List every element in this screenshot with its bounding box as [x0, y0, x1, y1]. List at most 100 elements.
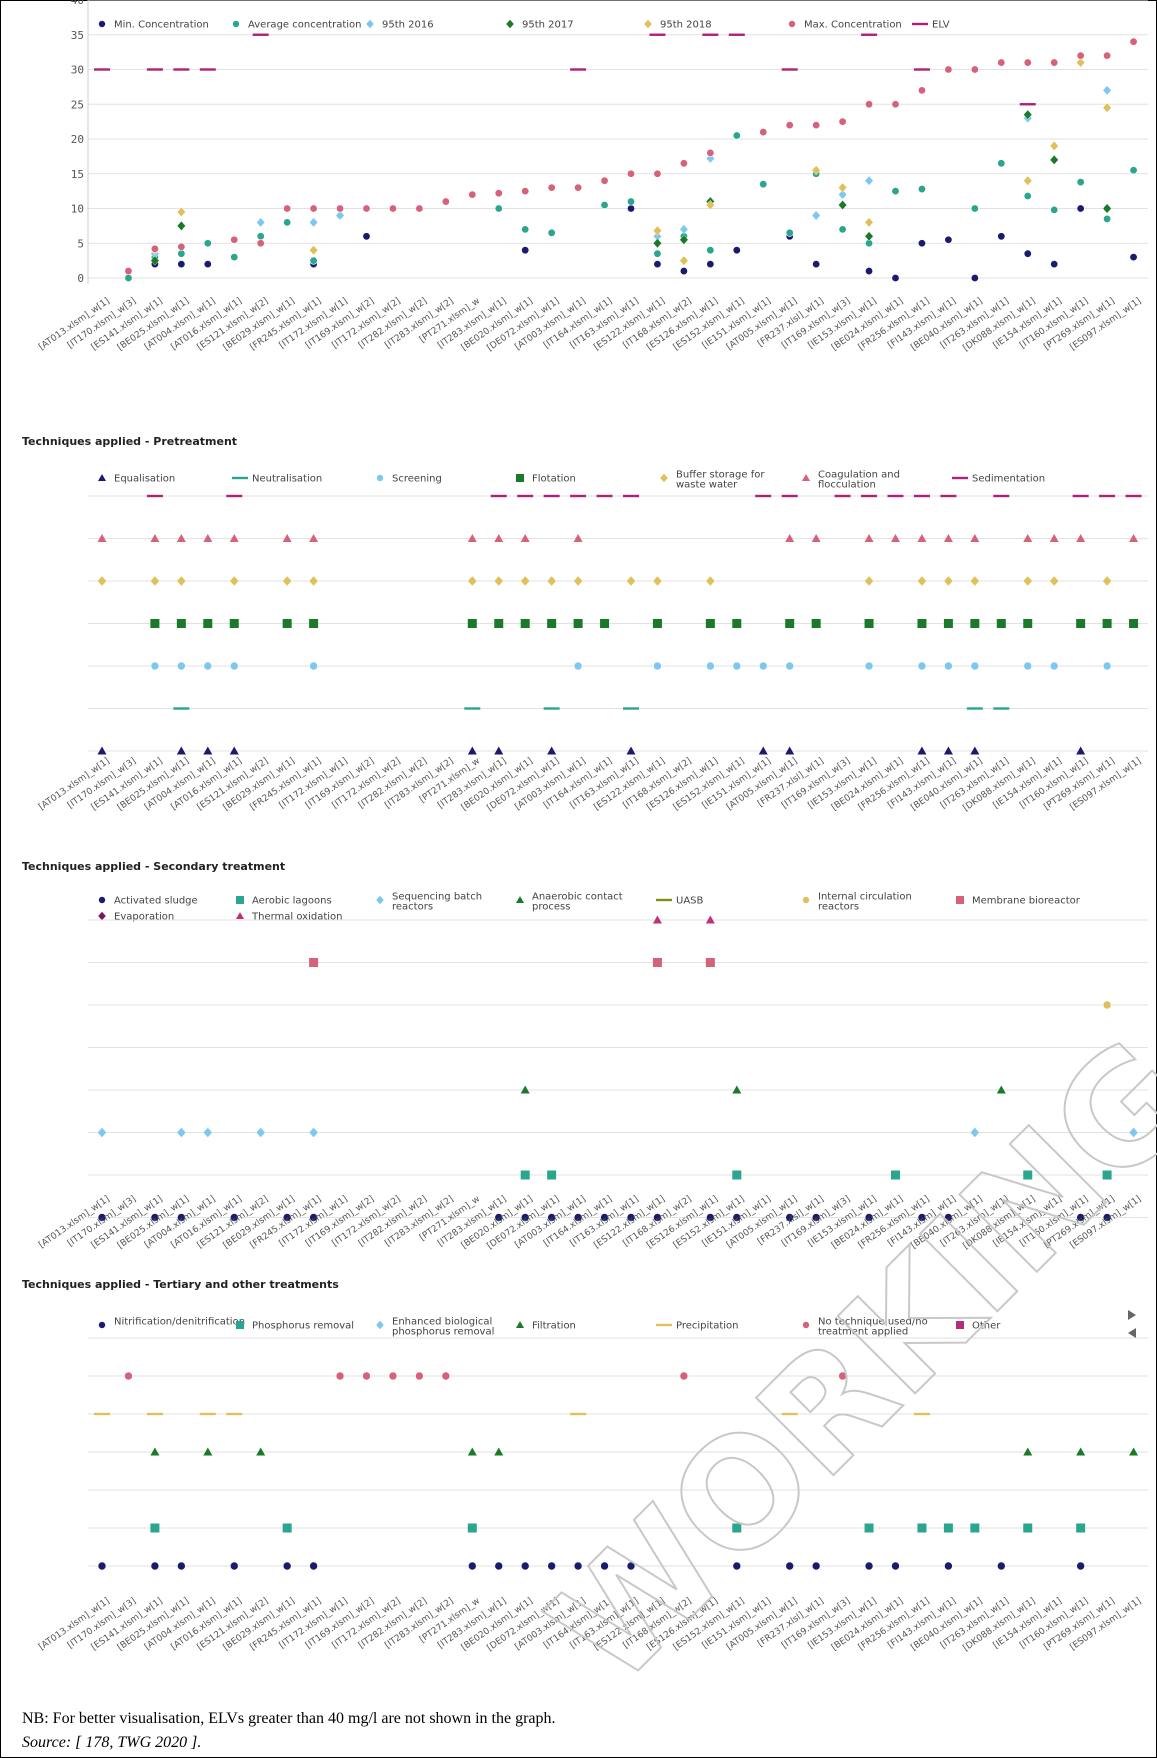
point-no-technique-used-no-treatment-applied: [415, 1371, 424, 1381]
point-buffer-storage-for-waste-water: [1049, 575, 1059, 587]
legend-marker-elv: [912, 22, 928, 26]
point-min-concentration: [944, 235, 953, 244]
point-max-concentration: [865, 100, 874, 109]
triangle-right-icon: [1128, 1310, 1136, 1320]
point-average-concentration: [997, 159, 1006, 168]
point-min-concentration: [891, 273, 900, 282]
point-min-concentration: [917, 239, 926, 248]
point-average-concentration: [1103, 214, 1112, 223]
point-min-concentration: [706, 260, 715, 269]
y-tick-label: 25: [71, 98, 84, 111]
section-title: Techniques applied - Secondary treatment: [22, 860, 285, 873]
legend-label-filtration: Filtration: [532, 1321, 576, 1332]
y-tick-label: 15: [71, 168, 84, 181]
legend-label-95th-2017: 95th 2017: [522, 20, 574, 31]
point-average-concentration: [838, 225, 847, 234]
point-nitrification-denitrification: [494, 1561, 504, 1571]
point-average-concentration: [230, 253, 239, 262]
point-min-concentration: [997, 232, 1006, 241]
point-average-concentration: [626, 197, 635, 206]
legend-label-precipitation: Precipitation: [676, 1321, 739, 1332]
point-precipitation: [199, 1412, 216, 1416]
point-buffer-storage-for-waste-water: [467, 575, 478, 587]
point-min-concentration: [626, 204, 635, 213]
point-average-concentration: [1076, 178, 1085, 187]
point-buffer-storage-for-waste-water: [652, 575, 663, 587]
point-95th-2017: [1102, 203, 1112, 214]
point-average-concentration: [494, 204, 503, 213]
point-min-concentration: [970, 273, 979, 282]
legend-marker-evaporation: [97, 911, 107, 921]
point-elv: [94, 68, 110, 71]
point-screening: [573, 661, 583, 671]
point-neutralisation: [993, 707, 1010, 710]
point-membrane-bioreactor: [705, 958, 715, 967]
point-sequencing-batch-reactors: [176, 1127, 187, 1138]
point-sedimentation: [755, 494, 772, 498]
point-average-concentration: [547, 228, 556, 237]
point-neutralisation: [464, 707, 481, 710]
legend-marker-neutralisation: [232, 476, 248, 480]
point-no-technique-used-no-treatment-applied: [124, 1371, 133, 1381]
legend-label-line: Nitrification/denitrification: [114, 1317, 245, 1328]
legend-marker-coagulation-and-flocculation: [802, 474, 810, 481]
nb-note: NB: For better visualisation, ELVs great…: [22, 1710, 556, 1727]
draft-watermark: WORKING DRAFT IN PROGRESS: [519, 0, 1157, 1717]
point-max-concentration: [1129, 37, 1138, 46]
legend-label-uasb: UASB: [676, 896, 704, 907]
point-max-concentration: [679, 159, 688, 168]
point-screening: [758, 661, 768, 671]
point-min-concentration: [1023, 249, 1032, 258]
point-buffer-storage-for-waste-water: [150, 575, 160, 587]
point-average-concentration: [124, 273, 133, 282]
point-screening: [785, 661, 795, 671]
legend-label-screening: Screening: [392, 474, 442, 485]
point-phosphorus-removal: [1023, 1523, 1033, 1533]
point-nitrification-denitrification: [97, 1561, 107, 1571]
legend-label-max-concentration: Max. Concentration: [804, 20, 902, 31]
point-sedimentation: [490, 494, 507, 498]
point-nitrification-denitrification: [177, 1561, 186, 1571]
legend-label-thermal-oxidation: Thermal oxidation: [251, 912, 343, 923]
legend-marker-95th-2017: [505, 19, 515, 29]
legend-label-line: reactors: [818, 902, 859, 913]
point-buffer-storage-for-waste-water: [943, 575, 954, 587]
legend-marker-95th-2018: [643, 19, 653, 29]
point-elv: [781, 68, 798, 71]
point-screening: [653, 661, 662, 671]
point-buffer-storage-for-waste-water: [626, 575, 636, 587]
point-screening: [229, 661, 239, 671]
point-screening: [1102, 661, 1112, 671]
point-sedimentation: [1125, 494, 1142, 498]
point-min-concentration: [679, 267, 688, 276]
legend-marker-nitrification-denitrification: [98, 1321, 106, 1329]
point-phosphorus-removal: [970, 1523, 980, 1533]
legend-label-evaporation: Evaporation: [114, 912, 174, 923]
point-average-concentration: [706, 246, 715, 255]
point-flotation: [864, 619, 874, 628]
point-sedimentation: [517, 494, 534, 498]
point-elv: [728, 33, 745, 36]
point-no-technique-used-no-treatment-applied: [679, 1371, 689, 1381]
point-max-concentration: [838, 117, 847, 126]
legend-marker-filtration: [516, 1321, 524, 1328]
point-max-concentration: [415, 204, 424, 213]
point-neutralisation: [966, 707, 983, 710]
point-screening: [177, 661, 186, 671]
legend-label-equalisation: Equalisation: [114, 474, 175, 485]
y-tick-label: 20: [71, 133, 84, 146]
point-screening: [1023, 661, 1033, 671]
point-flotation: [1076, 619, 1086, 628]
point-95th-2018: [838, 182, 848, 193]
point-95th-2018: [1023, 175, 1033, 186]
point-neutralisation: [173, 707, 190, 710]
point-sedimentation: [913, 494, 930, 498]
point-neutralisation: [543, 707, 560, 710]
point-buffer-storage-for-waste-water: [229, 575, 240, 587]
point-max-concentration: [785, 121, 794, 130]
point-elv: [861, 33, 878, 36]
point-flotation: [785, 619, 795, 628]
legend-marker-flotation: [516, 474, 524, 482]
legend-label-internal-circulation-reactors: Internal circulation reactors: [818, 892, 912, 913]
point-nitrification-denitrification: [520, 1561, 530, 1571]
